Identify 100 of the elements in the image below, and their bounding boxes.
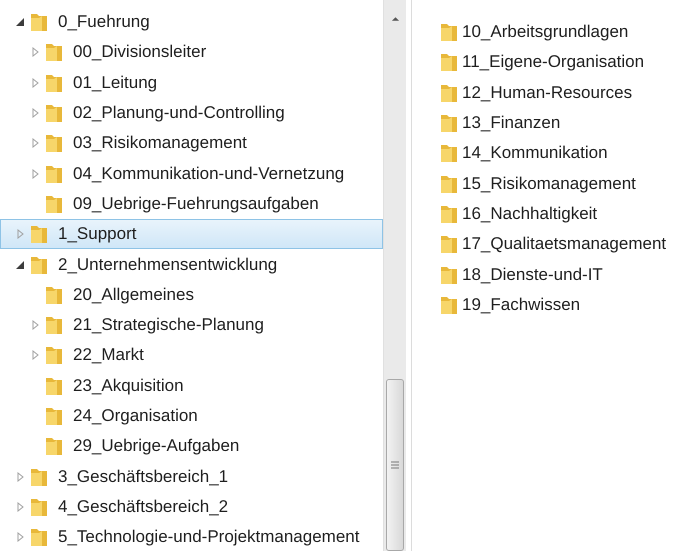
folder-item[interactable]: 19_Fachwissen bbox=[440, 290, 689, 320]
tree-item[interactable]: 4_Geschäftsbereich_2 bbox=[0, 492, 383, 522]
folder-item[interactable]: 14_Kommunikation bbox=[440, 138, 689, 168]
tree-item[interactable]: 22_Markt bbox=[0, 340, 383, 371]
folder-name: 15_Risikomanagement bbox=[462, 174, 636, 194]
folder-icon bbox=[45, 72, 63, 93]
folder-icon bbox=[440, 294, 458, 315]
expanded-triangle-icon[interactable] bbox=[15, 17, 25, 28]
folder-name: 14_Kommunikation bbox=[462, 143, 608, 164]
collapsed-triangle-icon[interactable] bbox=[30, 78, 40, 88]
tree-item[interactable]: 24_Organisation bbox=[0, 400, 383, 432]
folder-icon bbox=[440, 22, 458, 42]
folder-name: 3_Geschäftsbereich_1 bbox=[58, 466, 228, 487]
folder-name: 24_Organisation bbox=[73, 406, 198, 426]
folder-icon bbox=[440, 113, 458, 134]
folder-item[interactable]: 17_Qualitaetsmanagement bbox=[440, 229, 689, 260]
collapsed-triangle-icon[interactable] bbox=[15, 502, 25, 512]
tree-item[interactable]: 29_Uebrige-Aufgaben bbox=[0, 431, 383, 462]
folder-name: 5_Technologie-und-Projektmanagement bbox=[58, 527, 360, 548]
folder-icon bbox=[440, 264, 458, 285]
tree-item[interactable]: 02_Planung-und-Controlling bbox=[0, 98, 383, 128]
folder-item[interactable]: 11_Eigene-Organisation bbox=[440, 47, 689, 78]
collapsed-triangle-icon[interactable] bbox=[15, 472, 25, 482]
tree-item[interactable]: 00_Divisionsleiter bbox=[0, 37, 383, 68]
collapsed-triangle-icon[interactable] bbox=[30, 138, 40, 148]
folder-item[interactable]: 10_Arbeitsgrundlagen bbox=[440, 17, 689, 48]
folder-item[interactable]: 18_Dienste-und-IT bbox=[440, 259, 689, 290]
scrollbar[interactable] bbox=[383, 0, 406, 551]
folder-icon bbox=[30, 12, 48, 32]
folder-name: 21_Strategische-Planung bbox=[73, 315, 264, 336]
folder-name: 20_Allgemeines bbox=[73, 284, 194, 305]
folder-name: 22_Markt bbox=[73, 345, 144, 366]
expanded-triangle-icon[interactable] bbox=[15, 260, 25, 270]
folder-name: 00_Divisionsleiter bbox=[73, 42, 206, 62]
folder-name: 2_Unternehmensentwicklung bbox=[58, 254, 278, 275]
folder-icon bbox=[440, 204, 458, 224]
collapsed-triangle-icon[interactable] bbox=[30, 350, 40, 360]
collapsed-triangle-icon[interactable] bbox=[30, 168, 40, 179]
collapsed-triangle-icon[interactable] bbox=[15, 532, 25, 542]
folder-name: 02_Planung-und-Controlling bbox=[73, 103, 285, 124]
folder-name: 04_Kommunikation-und-Vernetzung bbox=[73, 164, 344, 184]
tree-item[interactable]: 03_Risikomanagement bbox=[0, 128, 383, 158]
tree-item[interactable]: 5_Technologie-und-Projektmanagement bbox=[0, 522, 383, 551]
scrollbar-thumb[interactable] bbox=[386, 379, 404, 551]
folder-name: 13_Finanzen bbox=[462, 113, 560, 134]
tree-item[interactable]: 09_Uebrige-Fuehrungsaufgaben bbox=[0, 188, 383, 220]
folder-name: 12_Human-Resources bbox=[462, 82, 632, 103]
folder-item[interactable]: 13_Finanzen bbox=[440, 108, 689, 138]
grip-icon bbox=[391, 461, 399, 469]
folder-icon bbox=[440, 52, 458, 72]
folder-name: 19_Fachwissen bbox=[462, 294, 580, 315]
collapsed-triangle-icon[interactable] bbox=[30, 47, 40, 58]
folder-name: 4_Geschäftsbereich_2 bbox=[58, 496, 228, 517]
tree-item[interactable]: 3_Geschäftsbereich_1 bbox=[0, 461, 383, 492]
folder-icon bbox=[30, 527, 48, 548]
folder-name: 1_Support bbox=[58, 224, 136, 244]
tree-item[interactable]: 0_Fuehrung bbox=[0, 7, 383, 38]
folder-icon bbox=[30, 466, 48, 487]
folder-name: 09_Uebrige-Fuehrungsaufgaben bbox=[73, 194, 319, 214]
collapsed-triangle-icon[interactable] bbox=[15, 229, 25, 240]
folder-icon bbox=[45, 315, 63, 336]
folder-item[interactable]: 12_Human-Resources bbox=[440, 78, 689, 108]
folder-icon bbox=[45, 133, 63, 154]
folder-name: 16_Nachhaltigkeit bbox=[462, 204, 598, 224]
folder-icon bbox=[440, 174, 458, 194]
folder-icon bbox=[45, 103, 63, 124]
tree-item[interactable]: 21_Strategische-Planung bbox=[0, 310, 383, 340]
folder-icon bbox=[45, 164, 63, 184]
folder-icon bbox=[45, 284, 63, 305]
folder-name: 23_Akquisition bbox=[73, 376, 184, 396]
tree-item[interactable]: 1_Support bbox=[0, 219, 383, 250]
folder-icon bbox=[45, 436, 63, 456]
tree-item[interactable]: 01_Leitung bbox=[0, 68, 383, 98]
folder-name: 18_Dienste-und-IT bbox=[462, 264, 603, 285]
folder-name: 17_Qualitaetsmanagement bbox=[462, 234, 666, 254]
folder-name: 29_Uebrige-Aufgaben bbox=[73, 436, 240, 456]
folder-item[interactable]: 16_Nachhaltigkeit bbox=[440, 198, 689, 230]
folder-icon bbox=[30, 254, 48, 275]
folder-item[interactable]: 15_Risikomanagement bbox=[440, 168, 689, 199]
folder-icon bbox=[45, 376, 63, 396]
tree-item[interactable]: 20_Allgemeines bbox=[0, 280, 383, 310]
folder-name: 03_Risikomanagement bbox=[73, 133, 247, 154]
folder-icon bbox=[45, 194, 63, 214]
folder-name: 0_Fuehrung bbox=[58, 12, 150, 32]
collapsed-triangle-icon[interactable] bbox=[30, 108, 40, 118]
folder-icon bbox=[45, 406, 63, 426]
folder-name: 01_Leitung bbox=[73, 72, 158, 93]
tree-item[interactable]: 04_Kommunikation-und-Vernetzung bbox=[0, 158, 383, 189]
scroll-up-arrow-icon[interactable] bbox=[390, 16, 400, 22]
collapsed-triangle-icon[interactable] bbox=[30, 320, 40, 330]
folder-icon bbox=[440, 234, 458, 254]
folder-icon bbox=[45, 42, 63, 62]
folder-icon bbox=[45, 345, 63, 366]
tree-item[interactable]: 2_Unternehmensentwicklung bbox=[0, 249, 383, 280]
tree-item[interactable]: 23_Akquisition bbox=[0, 370, 383, 401]
folder-icon bbox=[440, 82, 458, 103]
folder-name: 10_Arbeitsgrundlagen bbox=[462, 22, 628, 42]
folder-icon bbox=[30, 496, 48, 517]
folder-icon bbox=[440, 143, 458, 164]
folder-icon bbox=[30, 224, 48, 244]
